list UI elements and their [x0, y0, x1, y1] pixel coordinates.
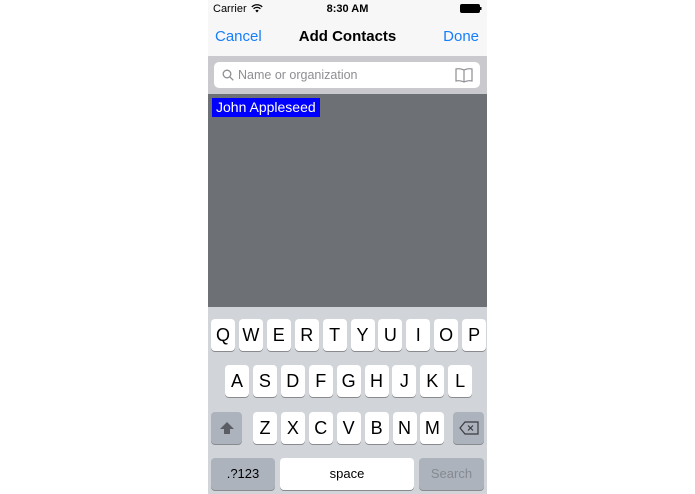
key-n[interactable]: N: [392, 412, 417, 444]
key-h[interactable]: H: [364, 365, 389, 397]
key-l[interactable]: L: [448, 365, 473, 397]
key-f[interactable]: F: [308, 365, 333, 397]
key-d[interactable]: D: [280, 365, 305, 397]
key-c[interactable]: C: [308, 412, 333, 444]
key-x[interactable]: X: [280, 412, 305, 444]
backspace-icon: [458, 421, 479, 435]
status-time: 8:30 AM: [326, 3, 369, 15]
search-key[interactable]: Search: [419, 458, 484, 490]
search-input[interactable]: [238, 62, 448, 88]
key-e[interactable]: E: [266, 319, 291, 351]
numbers-key[interactable]: .?123: [211, 458, 275, 490]
phone-screen: Carrier 8:30 AM Cancel Add Contacts Done: [208, 0, 487, 494]
key-y[interactable]: Y: [350, 319, 375, 351]
results-list: John Appleseed: [208, 94, 487, 307]
keyboard: .?123 space Search QWERTYUIOP ASDFGHJKL ZX…: [208, 307, 487, 494]
key-w[interactable]: W: [238, 319, 263, 351]
key-m[interactable]: M: [420, 412, 445, 444]
key-s[interactable]: S: [252, 365, 277, 397]
key-v[interactable]: V: [336, 412, 361, 444]
key-p[interactable]: P: [462, 319, 487, 351]
navigation-bar: Cancel Add Contacts Done: [208, 18, 487, 56]
space-key[interactable]: space: [280, 458, 414, 490]
key-j[interactable]: J: [392, 365, 417, 397]
key-k[interactable]: K: [420, 365, 445, 397]
status-bar: Carrier 8:30 AM: [208, 0, 487, 18]
key-o[interactable]: O: [434, 319, 459, 351]
shift-key[interactable]: [211, 412, 242, 444]
key-b[interactable]: B: [364, 412, 389, 444]
key-r[interactable]: R: [294, 319, 319, 351]
list-item-john-appleseed[interactable]: John Appleseed: [212, 98, 320, 117]
key-g[interactable]: G: [336, 365, 361, 397]
done-button[interactable]: Done: [443, 28, 479, 45]
key-z[interactable]: Z: [253, 412, 277, 444]
contacts-book-icon[interactable]: [455, 67, 473, 83]
shift-arrow-icon: [219, 422, 234, 434]
key-u[interactable]: U: [378, 319, 403, 351]
key-t[interactable]: T: [322, 319, 347, 351]
search-bar: [208, 56, 487, 94]
key-i[interactable]: I: [406, 319, 431, 351]
search-field[interactable]: [214, 62, 480, 88]
backspace-key[interactable]: [453, 412, 484, 444]
key-a[interactable]: A: [225, 365, 249, 397]
battery-icon: [460, 4, 482, 13]
key-q[interactable]: Q: [211, 319, 235, 351]
search-icon: [222, 69, 234, 81]
